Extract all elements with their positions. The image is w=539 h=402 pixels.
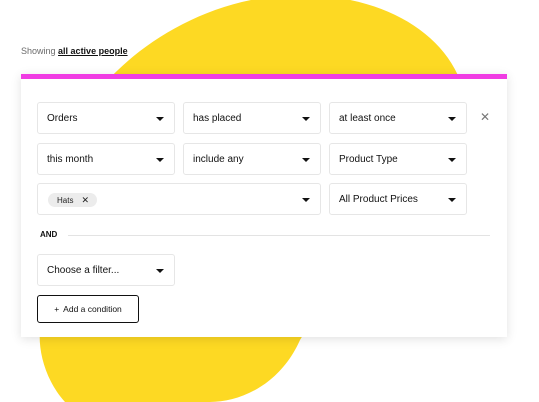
tag-multiselect[interactable]: Hats ✕ bbox=[37, 183, 321, 215]
chevron-down-icon bbox=[448, 117, 456, 121]
chevron-down-icon bbox=[448, 158, 456, 162]
chevron-down-icon bbox=[302, 158, 310, 162]
add-condition-label: Add a condition bbox=[63, 304, 122, 314]
subject-value: Orders bbox=[47, 112, 78, 124]
filter-placeholder: Choose a filter... bbox=[47, 264, 120, 276]
audience-summary: Showing all active people bbox=[21, 46, 128, 56]
add-condition-button[interactable]: + Add a condition bbox=[37, 295, 139, 323]
tag-chip: Hats ✕ bbox=[48, 193, 97, 207]
filter-panel: Orders has placed at least once ✕ this m… bbox=[21, 74, 507, 337]
filter-select[interactable]: Choose a filter... bbox=[37, 254, 175, 286]
time-select[interactable]: this month bbox=[37, 143, 175, 175]
match-value: include any bbox=[193, 153, 244, 165]
divider bbox=[68, 235, 490, 236]
and-connector: AND bbox=[40, 230, 58, 239]
remove-tag-icon[interactable]: ✕ bbox=[81, 195, 89, 206]
audience-link[interactable]: all active people bbox=[58, 46, 128, 56]
tag-chip-label: Hats bbox=[57, 195, 74, 205]
chevron-down-icon bbox=[302, 198, 310, 202]
price-value: All Product Prices bbox=[339, 193, 418, 205]
attribute-select[interactable]: Product Type bbox=[329, 143, 467, 175]
frequency-select[interactable]: at least once bbox=[329, 102, 467, 134]
chevron-down-icon bbox=[156, 117, 164, 121]
chevron-down-icon bbox=[448, 198, 456, 202]
plus-icon: + bbox=[54, 304, 60, 314]
close-icon[interactable]: ✕ bbox=[480, 110, 490, 124]
action-value: has placed bbox=[193, 112, 242, 124]
chevron-down-icon bbox=[156, 158, 164, 162]
audience-prefix: Showing bbox=[21, 46, 56, 56]
chevron-down-icon bbox=[302, 117, 310, 121]
subject-select[interactable]: Orders bbox=[37, 102, 175, 134]
frequency-value: at least once bbox=[339, 112, 396, 124]
attribute-value: Product Type bbox=[339, 153, 398, 165]
chevron-down-icon bbox=[156, 269, 164, 273]
price-select[interactable]: All Product Prices bbox=[329, 183, 467, 215]
match-select[interactable]: include any bbox=[183, 143, 321, 175]
time-value: this month bbox=[47, 153, 94, 165]
action-select[interactable]: has placed bbox=[183, 102, 321, 134]
